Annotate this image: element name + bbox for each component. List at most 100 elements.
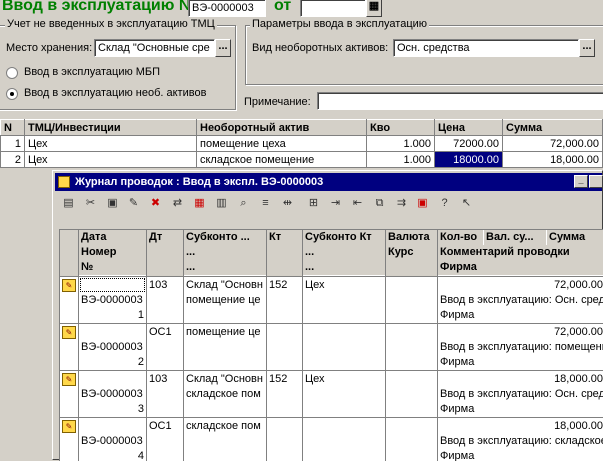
storage-field[interactable]: Склад "Основные сре: [94, 39, 215, 57]
help-icon[interactable]: ?: [436, 195, 453, 212]
header-sum[interactable]: Сумма: [547, 230, 603, 245]
copy-entry-icon[interactable]: ✂: [82, 195, 99, 212]
entry-firm[interactable]: Фирма: [438, 355, 603, 370]
header-currency-sum[interactable]: Вал. су...: [484, 230, 546, 245]
maximize-button[interactable]: [589, 175, 603, 188]
note-field[interactable]: [317, 92, 603, 110]
entry-subconto-kt[interactable]: Цех: [303, 278, 385, 293]
radio-noncurrent-assets[interactable]: [6, 88, 18, 100]
remove-filter-icon[interactable]: ⇹: [279, 195, 296, 212]
new-entry-icon[interactable]: ▤: [60, 195, 77, 212]
row-qty[interactable]: 1.000: [366, 151, 435, 168]
header-firm[interactable]: Фирма: [438, 260, 603, 275]
entry-subconto-kt[interactable]: Цех: [303, 372, 385, 387]
document-icon[interactable]: ▦: [191, 195, 208, 212]
move-entry-icon[interactable]: ⇄: [169, 195, 186, 212]
entry-subconto-1[interactable]: помещение це: [184, 325, 266, 340]
minimize-button[interactable]: _: [574, 175, 588, 188]
entry-n[interactable]: 1: [79, 308, 146, 323]
entry-firm[interactable]: Фирма: [438, 402, 603, 417]
header-kt[interactable]: Кт: [267, 230, 302, 276]
entry-sum[interactable]: 18,000.00: [547, 372, 603, 387]
row-sum[interactable]: 72,000.00: [502, 135, 603, 152]
header-qty[interactable]: Кво: [366, 119, 435, 136]
date-field[interactable]: [300, 0, 366, 17]
header-dt[interactable]: Дт: [147, 230, 183, 276]
report-icon[interactable]: ▥: [213, 195, 230, 212]
entry-doc[interactable]: ВЭ-0000003: [79, 293, 146, 308]
header-date[interactable]: Дата: [79, 230, 146, 245]
entry-comment[interactable]: Ввод в эксплуатацию: Осн. средст: [438, 387, 603, 402]
settings-icon[interactable]: ▣: [414, 195, 431, 212]
level-down-icon[interactable]: ⇥: [327, 195, 344, 212]
header-n[interactable]: N: [0, 119, 25, 136]
header-qty[interactable]: Кол-во: [438, 230, 483, 245]
radio-mbp[interactable]: [6, 67, 18, 79]
entry-kt[interactable]: 152: [267, 372, 302, 387]
header-subconto-kt[interactable]: Субконто Кт: [303, 230, 385, 245]
header-rate[interactable]: Курс: [386, 245, 437, 276]
journal-title-bar[interactable]: Журнал проводок : Ввод в экспл. ВЭ-00000…: [55, 173, 603, 191]
header-currency[interactable]: Валюта: [386, 230, 437, 245]
entry-firm[interactable]: Фирма: [438, 308, 603, 323]
entry-doc[interactable]: ВЭ-0000003: [79, 387, 146, 402]
entry-n[interactable]: 4: [79, 449, 146, 461]
delete-entry-icon[interactable]: ✖: [147, 195, 164, 212]
header-asset[interactable]: Необоротный актив: [196, 119, 367, 136]
row-price[interactable]: 72000.00: [434, 135, 503, 152]
row-tmc[interactable]: Цех: [24, 135, 197, 152]
row-tmc[interactable]: Цех: [24, 151, 197, 168]
header-tmc[interactable]: ТМЦ/Инвестиции: [24, 119, 197, 136]
entry-n[interactable]: 3: [79, 402, 146, 417]
header-subconto-dt[interactable]: Субконто ...: [184, 230, 266, 245]
sort-icon[interactable]: ⇉: [393, 195, 410, 212]
table-row[interactable]: 1 Цех помещение цеха 1.000 72000.00 72,0…: [0, 135, 603, 152]
entry-dt[interactable]: ОС1: [147, 419, 183, 434]
document-number-field[interactable]: ВЭ-0000003: [188, 0, 266, 17]
entry-doc[interactable]: ВЭ-0000003: [79, 340, 146, 355]
group-icon[interactable]: ⧉: [371, 195, 388, 212]
find-icon[interactable]: ⌕: [235, 195, 252, 212]
entry-date-cell-focus[interactable]: [80, 278, 145, 292]
entry-sum[interactable]: 18,000.00: [547, 419, 603, 434]
level-up-icon[interactable]: ⇤: [349, 195, 366, 212]
entry-kt[interactable]: 152: [267, 278, 302, 293]
entry-subconto-1[interactable]: складское пом: [184, 419, 266, 434]
entry-doc[interactable]: ВЭ-0000003: [79, 434, 146, 449]
entry-firm[interactable]: Фирма: [438, 449, 603, 461]
filter-icon[interactable]: ≡: [257, 195, 274, 212]
entry-sum[interactable]: 72,000.00: [547, 278, 603, 293]
entry-subconto-1[interactable]: Склад "Основн: [184, 278, 266, 293]
entry-comment[interactable]: Ввод в эксплуатацию: помещени: [438, 340, 603, 355]
row-asset[interactable]: складское помещение: [196, 151, 367, 168]
table-row[interactable]: 2 Цех складское помещение 1.000 18000.00…: [0, 151, 603, 168]
entry-subconto-1[interactable]: Склад "Основн: [184, 372, 266, 387]
storage-select-button[interactable]: ...: [215, 39, 231, 57]
entry-comment[interactable]: Ввод в эксплуатацию: складское: [438, 434, 603, 449]
header-sum[interactable]: Сумма: [502, 119, 603, 136]
header-subconto-dt-3[interactable]: ...: [184, 260, 266, 275]
entry-comment[interactable]: Ввод в эксплуатацию: Осн. средст: [438, 293, 603, 308]
context-help-icon[interactable]: ↖: [458, 195, 475, 212]
entry-dt[interactable]: 103: [147, 278, 183, 293]
asset-type-field[interactable]: Осн. средства: [393, 39, 579, 57]
header-number[interactable]: Номер: [79, 245, 146, 260]
header-subconto-dt-2[interactable]: ...: [184, 245, 266, 260]
entry-sum[interactable]: 72,000.00: [547, 325, 603, 340]
header-price[interactable]: Цена: [434, 119, 503, 136]
entry-subconto-2[interactable]: помещение це: [184, 293, 266, 308]
entry-dt[interactable]: 103: [147, 372, 183, 387]
header-subconto-kt-2[interactable]: ...: [303, 245, 385, 260]
row-qty[interactable]: 1.000: [366, 135, 435, 152]
entry-n[interactable]: 2: [79, 355, 146, 370]
row-price-selected[interactable]: 18000.00: [434, 151, 503, 168]
calendar-button[interactable]: ▦: [366, 0, 382, 17]
row-sum[interactable]: 18,000.00: [502, 151, 603, 168]
asset-type-select-button[interactable]: ...: [579, 39, 595, 57]
header-comment[interactable]: Комментарий проводки: [438, 245, 603, 260]
tree-icon[interactable]: ⊞: [305, 195, 322, 212]
header-subconto-kt-3[interactable]: ...: [303, 260, 385, 275]
open-entry-icon[interactable]: ▣: [104, 195, 121, 212]
entry-subconto-2[interactable]: складское пом: [184, 387, 266, 402]
entry-dt[interactable]: ОС1: [147, 325, 183, 340]
